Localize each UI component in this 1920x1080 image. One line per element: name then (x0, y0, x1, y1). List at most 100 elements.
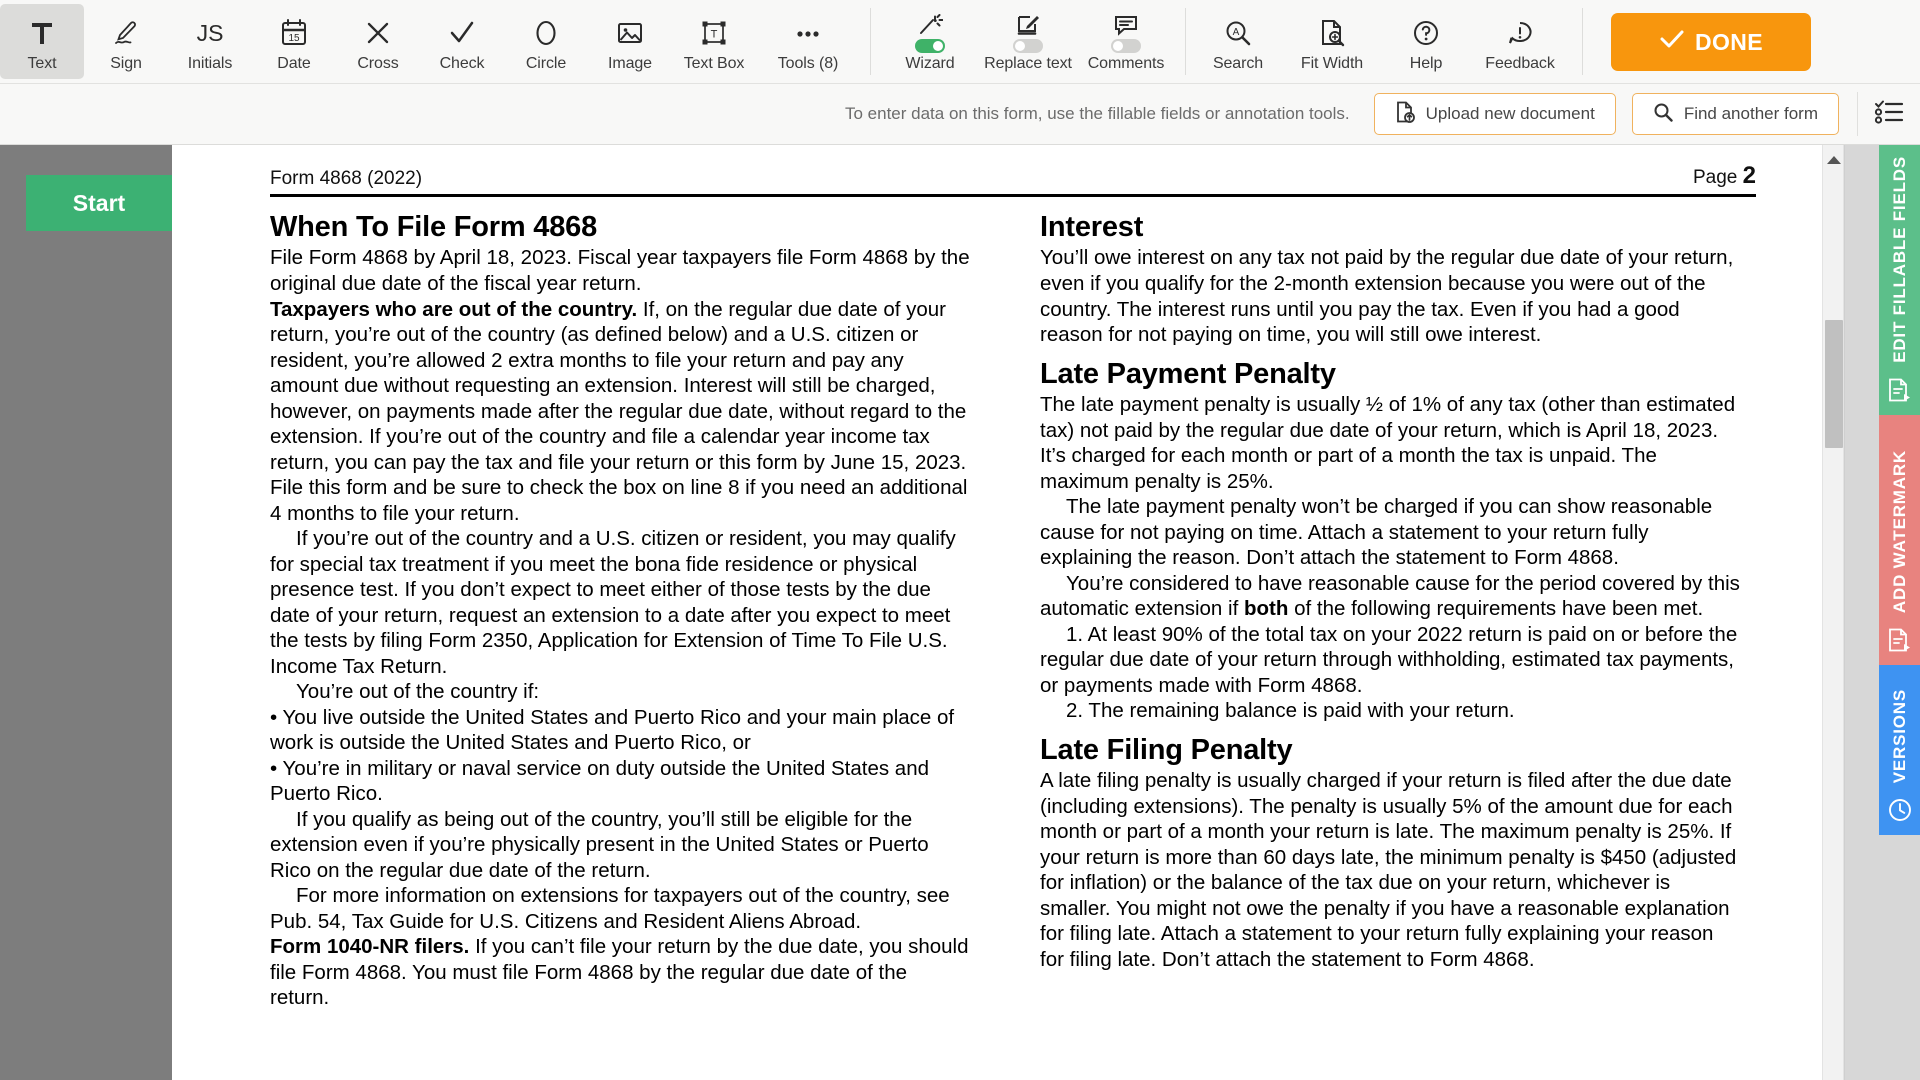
start-button[interactable]: Start (26, 175, 172, 231)
paragraph: For more information on extensions for t… (270, 884, 950, 933)
tool-text-box[interactable]: T Text Box (672, 4, 756, 79)
paragraph-emphasis: both (1243, 597, 1289, 621)
document-page[interactable]: Form 4868 (2022) Page 2 When To File For… (172, 145, 1844, 1080)
upload-document-icon (1395, 101, 1415, 128)
numbered-item: 2. The remaining balance is paid with yo… (1066, 699, 1515, 723)
tool-date-label: Date (277, 55, 311, 72)
checklist-icon (1874, 99, 1904, 130)
tab-edit-fillable-fields[interactable]: EDIT FILLABLE FIELDS (1879, 145, 1920, 415)
section-heading-interest: Interest (1040, 211, 1144, 243)
paragraph-post: of the following requirements have been … (1288, 597, 1704, 621)
tab-add-watermark[interactable]: ADD WATERMARK (1879, 415, 1920, 665)
paragraph: Form 1040-NR filers. If you can’t file y… (270, 934, 970, 1011)
ellipsis-icon (791, 13, 825, 53)
annotation-tools-group: Text Sign JS Initials 15 Date Cross Chec… (0, 0, 860, 83)
paragraph-lead: Taxpayers who are out of the country. (270, 297, 638, 321)
document-right-column: Interest You’ll owe interest on any tax … (1040, 211, 1740, 1011)
paragraph: If you qualify as being out of the count… (270, 807, 929, 882)
toggle-comments[interactable]: Comments (1077, 4, 1175, 79)
tool-sign[interactable]: Sign (84, 4, 168, 79)
action-search[interactable]: A Search (1196, 4, 1280, 79)
document-left-column: When To File Form 4868 File Form 4868 by… (270, 211, 970, 1011)
paragraph: If you’re out of the country and a U.S. … (270, 527, 956, 678)
tool-cross-label: Cross (357, 55, 399, 72)
toolbar-divider-3 (1582, 8, 1583, 75)
tool-initials-label: Initials (187, 55, 233, 72)
right-side-tabs: EDIT FILLABLE FIELDS ADD WATERMARK VERSI… (1844, 145, 1920, 1080)
paragraph: You’re out of the country if: (296, 680, 540, 704)
paragraph: Taxpayers who are out of the country. If… (270, 297, 970, 527)
tool-circle[interactable]: Circle (504, 4, 588, 79)
question-circle-icon (1411, 13, 1441, 53)
find-another-form-label: Find another form (1683, 104, 1818, 123)
action-search-label: Search (1212, 55, 1264, 72)
tool-check-label: Check (439, 55, 485, 72)
numbered-item: 1. At least 90% of the total tax on your… (1040, 622, 1738, 697)
search-icon: A (1223, 13, 1253, 53)
replace-text-toggle-switch[interactable] (1013, 38, 1043, 53)
document-page-indicator: Page 2 (1693, 162, 1756, 190)
scroll-up-arrow-icon[interactable] (1823, 151, 1845, 169)
document-scrollbar[interactable] (1822, 145, 1844, 1080)
page-number: 2 (1742, 162, 1756, 189)
scrollbar-thumb[interactable] (1825, 320, 1843, 448)
section-heading-late-filing-penalty: Late Filing Penalty (1040, 733, 1293, 766)
document-form-label: Form 4868 (2022) (270, 168, 423, 189)
replace-text-icon (1015, 14, 1041, 36)
section-heading-late-payment-penalty: Late Payment Penalty (1040, 357, 1336, 390)
fillable-fields-icon (1887, 377, 1913, 403)
history-clock-icon (1887, 797, 1913, 823)
info-bar-message: To enter data on this form, use the fill… (845, 104, 1350, 123)
upload-new-document-label: Upload new document (1425, 104, 1595, 123)
paragraph: The late payment penalty is usually ½ of… (1040, 393, 1736, 493)
upload-new-document-button[interactable]: Upload new document (1373, 93, 1616, 135)
action-fit-width-label: Fit Width (1300, 55, 1364, 72)
tab-versions-label: VERSIONS (1890, 688, 1909, 783)
bullet-item: • You’re in military or naval service on… (270, 756, 929, 806)
action-fit-width[interactable]: Fit Width (1280, 4, 1384, 79)
workspace: Start Form 4868 (2022) Page 2 When To Fi… (0, 145, 1920, 1080)
toggle-wizard-label: Wizard (905, 55, 955, 72)
done-button[interactable]: DONE (1611, 13, 1811, 71)
svg-text:T: T (711, 29, 718, 41)
done-button-label: DONE (1694, 28, 1764, 55)
paragraph: A late filing penalty is usually charged… (1040, 769, 1737, 971)
action-help[interactable]: Help (1384, 4, 1468, 79)
paragraph-body: If, on the regular due date of your retu… (270, 297, 968, 525)
circle-icon (531, 13, 561, 53)
text-tool-icon (27, 13, 57, 53)
tool-more-tools-label: Tools (8) (777, 55, 839, 72)
tool-check[interactable]: Check (420, 4, 504, 79)
info-bar: To enter data on this form, use the fill… (0, 84, 1920, 145)
main-toolbar: Text Sign JS Initials 15 Date Cross Chec… (0, 0, 1920, 84)
page-label: Page (1692, 167, 1738, 188)
check-icon (1659, 28, 1685, 56)
toggle-tools-group: Wizard Replace text Comments (881, 0, 1175, 83)
fields-list-button[interactable] (1858, 84, 1920, 144)
toggle-replace-text[interactable]: Replace text (979, 4, 1077, 79)
find-another-form-button[interactable]: Find another form (1631, 93, 1839, 135)
toolbar-divider-2 (1185, 8, 1186, 75)
comments-toggle-switch[interactable] (1111, 38, 1141, 53)
toggle-wizard[interactable]: Wizard (881, 4, 979, 79)
wizard-toggle-switch[interactable] (915, 38, 945, 53)
action-feedback[interactable]: Feedback (1468, 4, 1572, 79)
initials-icon: JS (194, 13, 226, 53)
action-feedback-label: Feedback (1485, 55, 1555, 72)
tool-circle-label: Circle (525, 55, 567, 72)
tool-cross[interactable]: Cross (336, 4, 420, 79)
left-rail: Start (0, 145, 172, 1080)
tab-versions[interactable]: VERSIONS (1879, 665, 1920, 835)
document-columns: When To File Form 4868 File Form 4868 by… (270, 211, 1756, 1011)
tool-more-tools[interactable]: Tools (8) (756, 4, 860, 79)
search-icon (1653, 102, 1673, 127)
tool-initials[interactable]: JS Initials (168, 4, 252, 79)
tool-text-box-label: Text Box (683, 55, 745, 72)
tool-text[interactable]: Text (0, 4, 84, 79)
paragraph: The late payment penalty won’t be charge… (1040, 495, 1713, 570)
tool-date[interactable]: 15 Date (252, 4, 336, 79)
image-icon (615, 13, 645, 53)
cross-icon (363, 13, 393, 53)
action-help-label: Help (1409, 55, 1443, 72)
tool-image[interactable]: Image (588, 4, 672, 79)
